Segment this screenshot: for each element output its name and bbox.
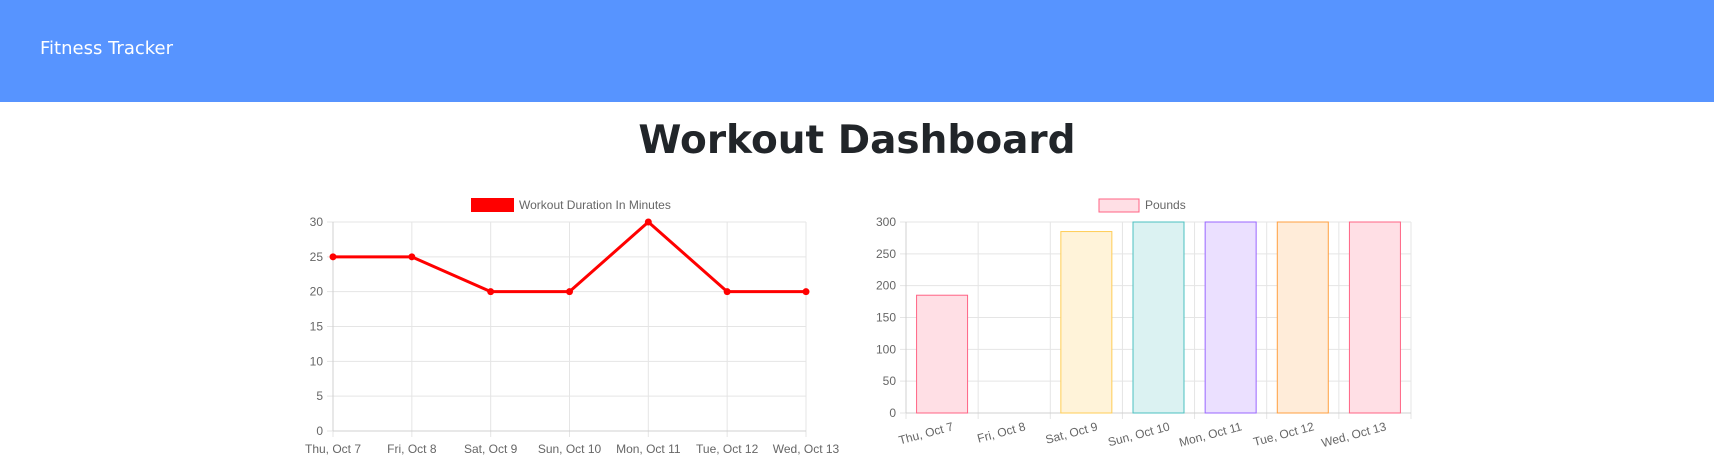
y-tick-label: 200 — [876, 279, 896, 293]
pounds-legend-swatch[interactable] — [1098, 198, 1140, 213]
y-tick-label: 250 — [876, 247, 896, 261]
x-tick-label: Fri, Oct 8 — [976, 419, 1028, 445]
y-tick-label: 50 — [883, 374, 897, 388]
x-tick-label: Thu, Oct 7 — [897, 419, 955, 447]
pounds-bar — [1132, 221, 1185, 414]
pounds-bar — [1276, 221, 1329, 414]
x-tick-label: Mon, Oct 11 — [1178, 419, 1244, 449]
x-tick-label: Sun, Oct 10 — [1106, 419, 1171, 449]
x-tick-label: Sat, Oct 9 — [1044, 419, 1099, 446]
pounds-bar — [1348, 221, 1401, 414]
pounds-bar — [1204, 221, 1257, 414]
pounds-bar-chart: 300 250 200 150 100 50 0 Thu, Oct 7 Fri, Oct 8 S… — [876, 198, 1412, 450]
pounds-bar — [1060, 231, 1113, 414]
y-tick-label: 300 — [876, 215, 896, 229]
y-tick-label: 150 — [876, 311, 896, 325]
y-tick-label: 100 — [876, 342, 896, 356]
pounds-bar — [916, 294, 969, 414]
x-tick-label: Wed, Oct 13 — [1320, 419, 1388, 450]
pounds-legend-label[interactable]: Pounds — [1145, 198, 1186, 212]
y-tick-label: 0 — [889, 406, 896, 420]
x-tick-label: Tue, Oct 12 — [1252, 419, 1316, 449]
